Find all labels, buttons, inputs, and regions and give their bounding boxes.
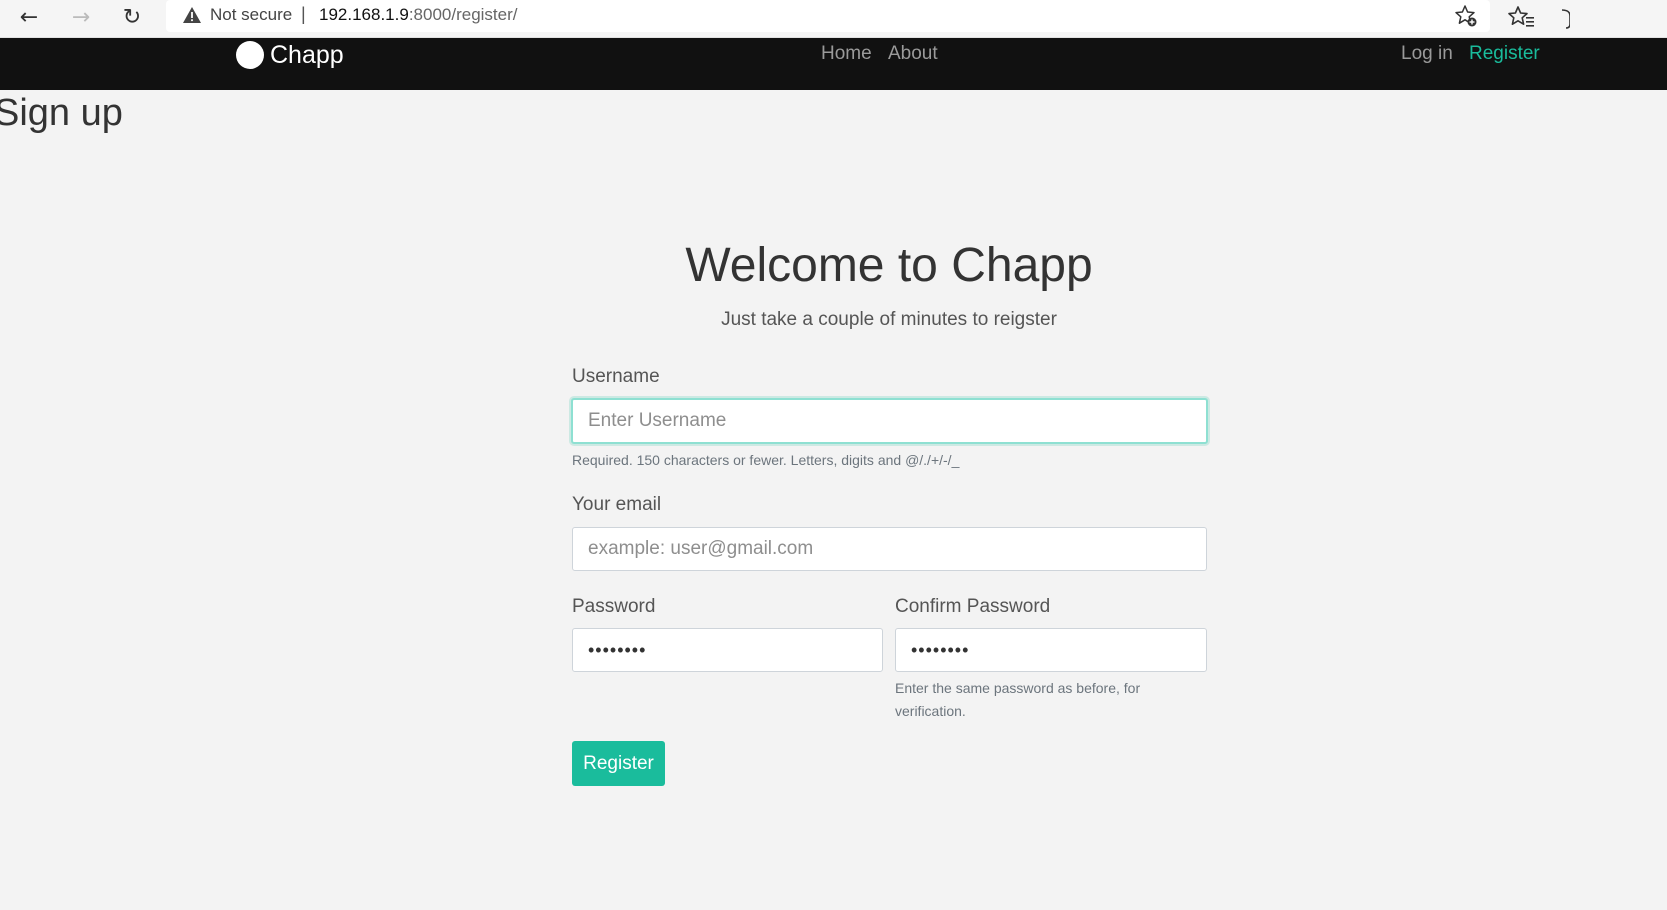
nav-link-about[interactable]: About: [888, 43, 938, 65]
username-input[interactable]: [571, 398, 1208, 444]
forward-button[interactable]: →: [64, 2, 98, 32]
url-path: :8000/register/: [408, 5, 518, 24]
address-bar[interactable]: Not secure | 192.168.1.9:8000/register/: [166, 0, 1490, 32]
chapp-logo-icon: [236, 41, 264, 69]
welcome-heading: Welcome to Chapp: [685, 239, 1093, 292]
confirm-password-help-line-2: verification.: [895, 703, 966, 719]
confirm-password-label: Confirm Password: [895, 596, 1051, 617]
back-arrow-icon: ←: [19, 4, 39, 30]
url-text[interactable]: 192.168.1.9:8000/register/: [319, 5, 518, 25]
register-submit-button[interactable]: Register: [572, 741, 665, 786]
nav-link-home[interactable]: Home: [821, 43, 872, 65]
username-help-text: Required. 150 characters or fewer. Lette…: [572, 452, 960, 468]
welcome-subtitle: Just take a couple of minutes to reigste…: [721, 309, 1057, 330]
reload-button[interactable]: ↻: [115, 2, 149, 32]
email-input[interactable]: [572, 527, 1207, 571]
back-button[interactable]: ←: [12, 2, 46, 32]
add-favorite-icon[interactable]: [1454, 4, 1478, 28]
brand-name: Chapp: [270, 40, 344, 69]
page-title: Sign up: [0, 92, 123, 134]
password-label: Password: [572, 596, 656, 617]
extensions-icon[interactable]: [1556, 4, 1570, 30]
url-host: 192.168.1.9: [319, 5, 409, 24]
url-separator: |: [301, 4, 306, 24]
security-status[interactable]: Not secure: [210, 5, 292, 25]
site-navbar: Chapp Home About Log in Register: [0, 38, 1667, 90]
nav-link-login[interactable]: Log in: [1401, 43, 1453, 65]
browser-toolbar: ← → ↻ Not secure | 192.168.1.9:8000/regi…: [0, 0, 1667, 38]
password-input[interactable]: [572, 628, 883, 672]
email-label: Your email: [572, 494, 662, 515]
forward-arrow-icon: →: [71, 4, 91, 30]
warning-icon: [183, 7, 201, 23]
favorites-icon[interactable]: [1506, 4, 1536, 30]
confirm-password-help-line-1: Enter the same password as before, for: [895, 680, 1141, 696]
confirm-password-help-text: Enter the same password as before, for v…: [895, 677, 1140, 723]
username-label: Username: [572, 366, 660, 387]
confirm-password-input[interactable]: [895, 628, 1207, 672]
reload-icon: ↻: [122, 4, 142, 30]
nav-link-register[interactable]: Register: [1469, 43, 1540, 65]
brand-link[interactable]: Chapp: [236, 38, 344, 72]
